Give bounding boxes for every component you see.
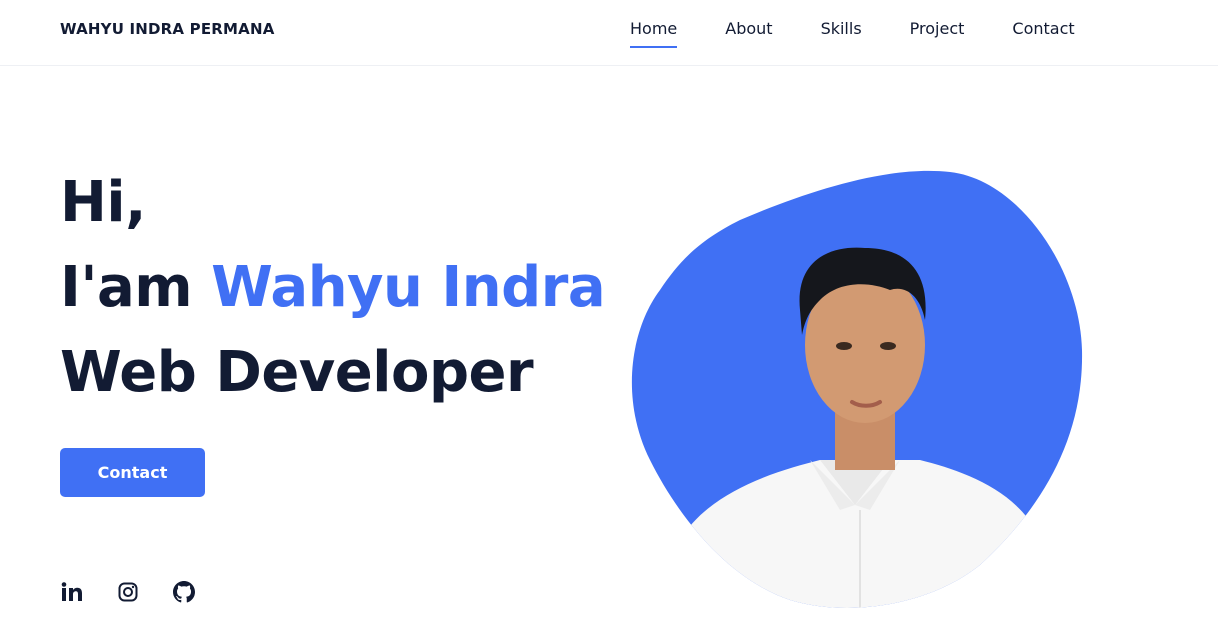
hero-role: Web Developer [60,340,534,405]
instagram-icon[interactable] [116,580,140,604]
nav-home[interactable]: Home [630,19,678,48]
hero-intro-prefix: I'am [60,255,193,320]
contact-button[interactable]: Contact [60,448,205,497]
nav-contact[interactable]: Contact [1012,19,1074,48]
site-logo[interactable]: WAHYU INDRA PERMANA [60,20,275,38]
site-header: WAHYU INDRA PERMANA Home About Skills Pr… [0,0,1218,66]
social-links [60,580,228,604]
nav-skills[interactable]: Skills [821,19,862,48]
hero-intro: I'am Wahyu Indra [60,245,606,330]
profile-blob [631,170,1083,608]
nav-project[interactable]: Project [910,19,965,48]
linkedin-icon[interactable] [60,580,84,604]
main-nav: Home About Skills Project Contact [630,19,1123,48]
hero-name: Wahyu Indra [211,255,606,320]
hero-heading: Hi, I'am Wahyu Indra Web Developer [60,160,606,415]
hero-greeting: Hi, [60,170,146,235]
github-icon[interactable] [172,580,196,604]
nav-about[interactable]: About [725,19,772,48]
